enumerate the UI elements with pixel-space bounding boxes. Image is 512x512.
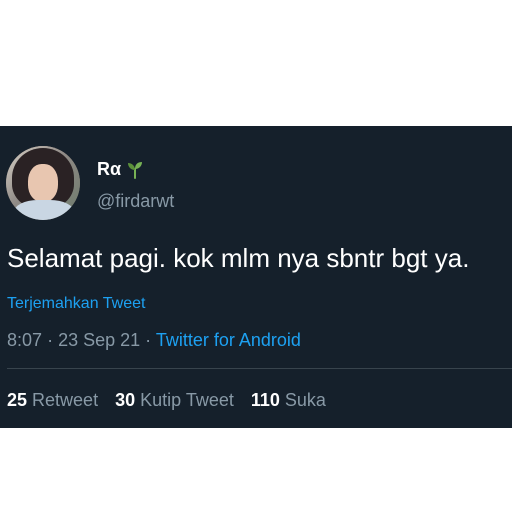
tweet-time: 8:07 [7, 330, 43, 350]
divider [7, 368, 512, 369]
tweet-source-link[interactable]: Twitter for Android [156, 330, 301, 350]
retweet-count: 25 [7, 390, 28, 410]
like-stat[interactable]: 110 Suka [251, 390, 326, 411]
like-count: 110 [250, 390, 280, 410]
retweet-stat[interactable]: 25 Retweet [7, 390, 98, 411]
display-name[interactable]: Rα [97, 159, 121, 180]
retweet-label: Retweet [32, 390, 99, 410]
separator: · [47, 330, 54, 350]
tweet-date[interactable]: 23 Sep 21 [58, 330, 140, 350]
separator: · [145, 330, 152, 350]
avatar[interactable] [6, 146, 80, 220]
like-label: Suka [284, 390, 326, 410]
tweet-stats: 25 Retweet 30 Kutip Tweet 110 Suka [7, 390, 326, 411]
translate-tweet-link[interactable]: Terjemahkan Tweet [7, 295, 145, 313]
quote-tweet-stat[interactable]: 30 Kutip Tweet [115, 390, 234, 411]
quote-tweet-count: 30 [115, 390, 136, 410]
quote-tweet-label: Kutip Tweet [140, 390, 234, 410]
display-name-row[interactable]: Rα [97, 159, 143, 180]
tweet-card: Rα @firdarwt Selamat pagi. kok mlm nya s… [0, 126, 512, 428]
seedling-icon [128, 161, 143, 179]
tweet-text: Selamat pagi. kok mlm nya sbntr bgt ya. [7, 243, 470, 273]
user-handle[interactable]: @firdarwt [97, 191, 174, 212]
tweet-meta: 8:07 · 23 Sep 21 · Twitter for Android [7, 330, 301, 351]
